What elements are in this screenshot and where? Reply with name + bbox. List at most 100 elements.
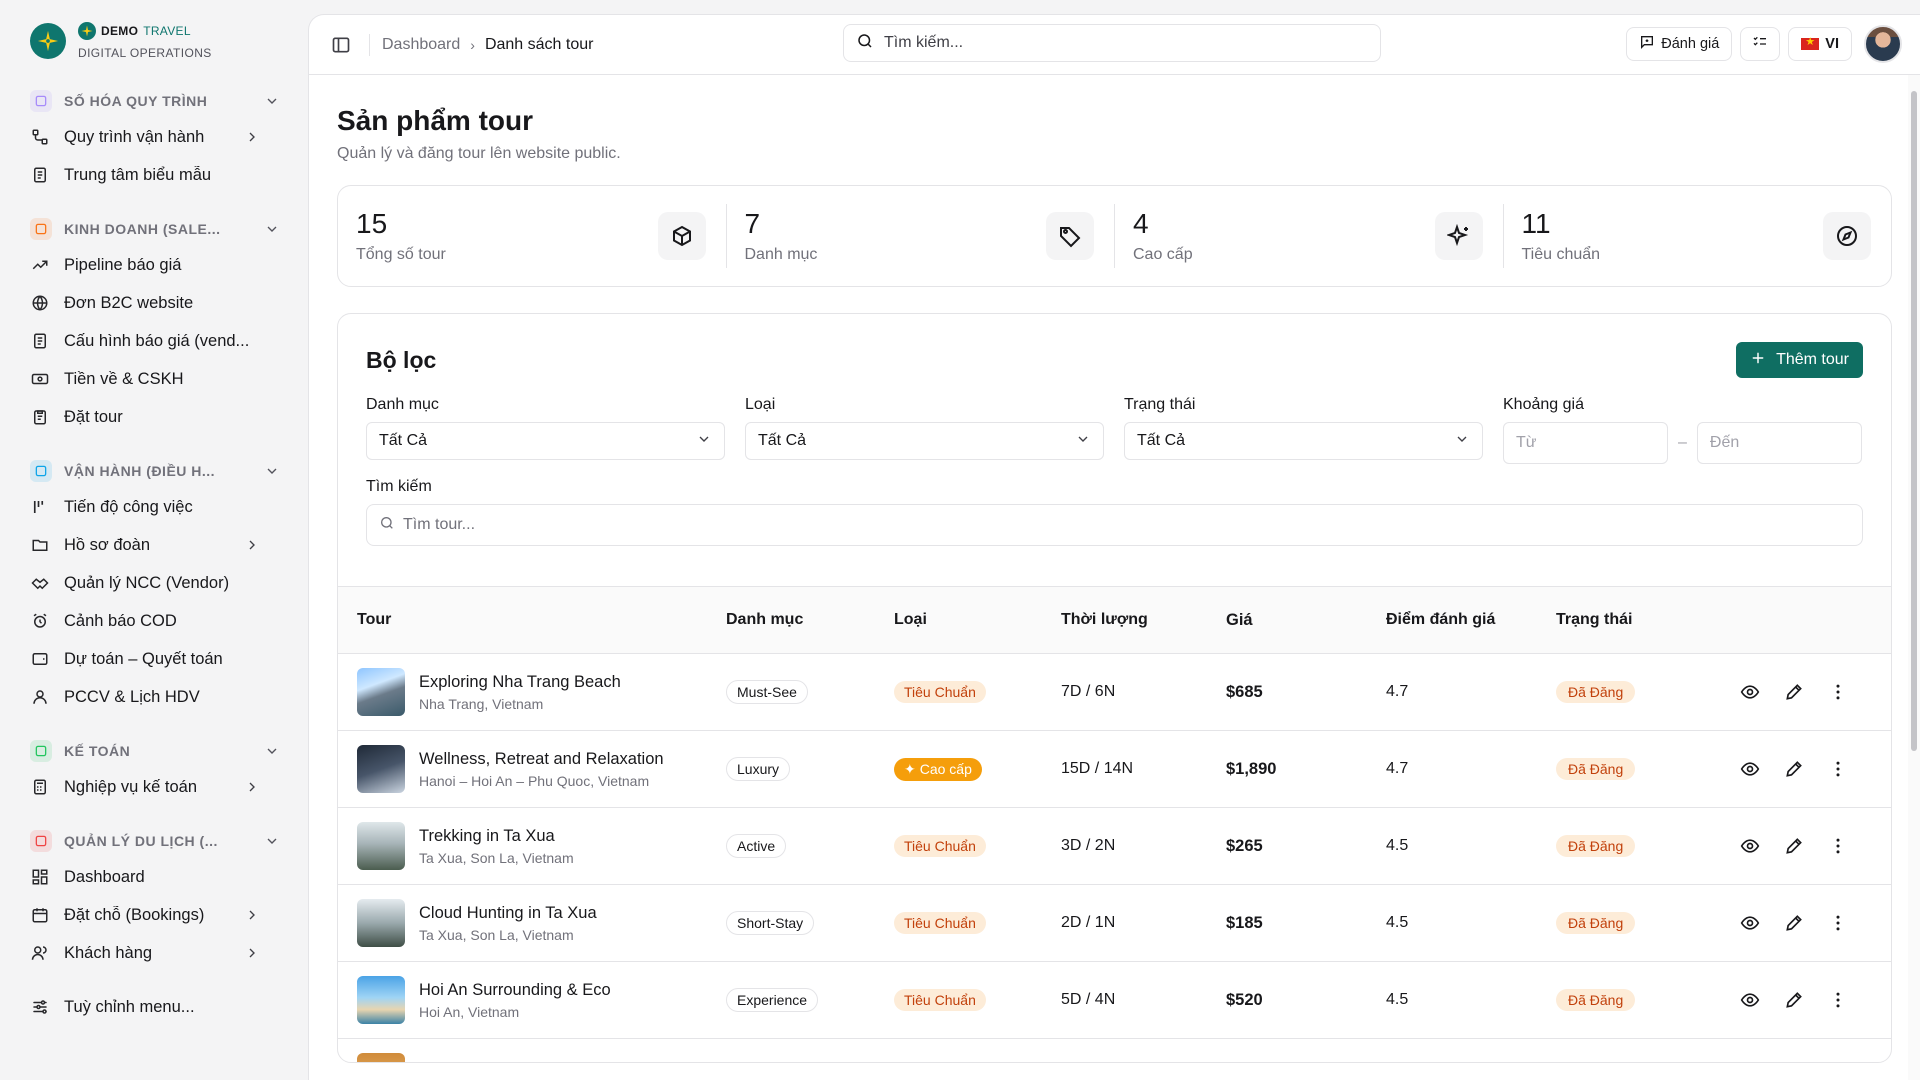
checklist-button[interactable] <box>1740 27 1781 61</box>
tour-rating: 4.5 <box>1386 837 1409 854</box>
sidebar-item-1-1[interactable]: Đơn B2C website <box>20 284 290 322</box>
tour-duration: 5D / 4N <box>1061 991 1116 1008</box>
col-tour[interactable]: Tour <box>338 611 726 629</box>
sidebar-item-4-1[interactable]: Đặt chỗ (Bookings) <box>20 896 290 934</box>
status-select[interactable]: Tất Cả <box>1124 422 1483 460</box>
tour-name[interactable]: Trekking in Ta Xua <box>419 827 574 846</box>
pencil-icon[interactable] <box>1783 758 1805 780</box>
table-row[interactable]: Best of Laos <box>338 1039 1891 1062</box>
more-vertical-icon[interactable] <box>1827 912 1849 934</box>
sidebar-item-1-3[interactable]: Tiền về & CSKH <box>20 360 290 398</box>
avatar[interactable] <box>1864 25 1902 63</box>
scroll-thumb[interactable] <box>1911 91 1917 751</box>
stats-card: 15 Tổng số tour 7 Danh mục 4 Cao cấp 11 Tiêu ch… <box>337 185 1892 287</box>
chevron-down-icon <box>696 431 712 452</box>
review-button[interactable]: Đánh giá <box>1626 27 1733 61</box>
sidebar-item-label: Dự toán – Quyết toán <box>64 649 223 668</box>
tour-name[interactable]: Wellness, Retreat and Relaxation <box>419 750 664 769</box>
review-button-label: Đánh giá <box>1661 36 1720 52</box>
col-category[interactable]: Danh mục <box>726 611 894 629</box>
category-select[interactable]: Tất Cả <box>366 422 725 460</box>
tour-name[interactable]: Cloud Hunting in Ta Xua <box>419 904 597 923</box>
pencil-icon[interactable] <box>1783 912 1805 934</box>
more-vertical-icon[interactable] <box>1827 835 1849 857</box>
pencil-icon[interactable] <box>1783 989 1805 1011</box>
col-price[interactable]: Giá <box>1226 611 1386 630</box>
sidebar-item-1-0[interactable]: Pipeline báo giá <box>20 246 290 284</box>
sidebar-item-1-2[interactable]: Cấu hình báo giá (vend... <box>20 322 290 360</box>
sidebar-item-2-5[interactable]: PCCV & Lịch HDV <box>20 678 290 716</box>
eye-icon[interactable] <box>1739 681 1761 703</box>
table-row[interactable]: Trekking in Ta Xua Ta Xua, Son La, Vietna… <box>338 808 1891 885</box>
table-row[interactable]: Hoi An Surrounding & Eco Hoi An, Vietnam E… <box>338 962 1891 1039</box>
col-rating[interactable]: Điểm đánh giá <box>1386 611 1556 629</box>
table-header: Tour Danh mục Loại Thời lượng Giá Điểm đ… <box>338 586 1891 654</box>
wallet-icon <box>30 649 50 669</box>
sidebar-item-2-0[interactable]: Tiến độ công việc <box>20 488 290 526</box>
sidebar-item-2-2[interactable]: Quản lý NCC (Vendor) <box>20 564 290 602</box>
sidebar-section-4[interactable]: QUẢN LÝ DU LỊCH (... <box>20 824 290 858</box>
eye-icon[interactable] <box>1739 912 1761 934</box>
chevron-right-icon <box>244 907 260 923</box>
type-select[interactable]: Tất Cả <box>745 422 1104 460</box>
sidebar-item-2-3[interactable]: Cảnh báo COD <box>20 602 290 640</box>
eye-icon[interactable] <box>1739 835 1761 857</box>
pencil-icon[interactable] <box>1783 835 1805 857</box>
customize-menu-item[interactable]: Tuỳ chỉnh menu... <box>20 988 290 1026</box>
sidebar-section-label: VẬN HÀNH (ĐIỀU H... <box>64 463 216 479</box>
global-search-input[interactable]: Tìm kiếm... <box>843 24 1381 62</box>
language-switch[interactable]: VI <box>1788 27 1852 61</box>
more-vertical-icon[interactable] <box>1827 989 1849 1011</box>
tag-icon <box>1046 212 1094 260</box>
table-row[interactable]: Cloud Hunting in Ta Xua Ta Xua, Son La, V… <box>338 885 1891 962</box>
sidebar-section-2[interactable]: VẬN HÀNH (ĐIỀU H... <box>20 454 290 488</box>
col-type[interactable]: Loại <box>894 611 1061 629</box>
col-duration[interactable]: Thời lượng <box>1061 611 1226 629</box>
sidebar-toggle-icon[interactable] <box>329 33 353 57</box>
tour-duration: 3D / 2N <box>1061 837 1116 854</box>
status-badge: Đã Đăng <box>1556 758 1636 780</box>
more-vertical-icon[interactable] <box>1827 681 1849 703</box>
package-icon <box>657 212 706 260</box>
brand[interactable]: DEMO TRAVEL DIGITAL OPERATIONS <box>30 22 290 60</box>
sidebar-section-0[interactable]: SỐ HÓA QUY TRÌNH <box>20 84 290 118</box>
price-from-input[interactable]: Từ <box>1503 422 1668 464</box>
tour-search-input[interactable]: Tìm tour... <box>366 504 1863 546</box>
sidebar-item-0-0[interactable]: Quy trình vận hành <box>20 118 290 156</box>
tour-location: Ta Xua, Son La, Vietnam <box>419 849 574 866</box>
sidebar-item-label: Cảnh báo COD <box>64 611 177 630</box>
sidebar-item-4-0[interactable]: Dashboard <box>20 858 290 896</box>
calendar-icon <box>30 905 50 925</box>
add-tour-button[interactable]: Thêm tour <box>1736 342 1863 378</box>
tour-location: Hoi An, Vietnam <box>419 1003 520 1020</box>
sidebar-item-label: Hồ sơ đoàn <box>64 535 151 554</box>
table-row[interactable]: Exploring Nha Trang Beach Nha Trang, Viet… <box>338 654 1891 731</box>
eye-icon[interactable] <box>1739 989 1761 1011</box>
status-badge: Đã Đăng <box>1556 989 1636 1011</box>
tour-name[interactable]: Exploring Nha Trang Beach <box>419 673 621 692</box>
sidebar-item-2-4[interactable]: Dự toán – Quyết toán <box>20 640 290 678</box>
scrollbar[interactable] <box>1908 75 1920 1080</box>
sidebar-item-3-0[interactable]: Nghiệp vụ kế toán <box>20 768 290 806</box>
breadcrumb-dashboard[interactable]: Dashboard <box>382 36 460 54</box>
sidebar-item-2-1[interactable]: Hồ sơ đoàn <box>20 526 290 564</box>
sidebar-section-3[interactable]: KẾ TOÁN <box>20 734 290 768</box>
sidebar-item-4-2[interactable]: Khách hàng <box>20 934 290 972</box>
tour-name[interactable]: Hoi An Surrounding & Eco <box>419 981 611 1000</box>
sidebar-item-1-4[interactable]: Đặt tour <box>20 398 290 436</box>
calculator-icon <box>30 777 50 797</box>
tour-price: $1,890 <box>1226 759 1277 778</box>
table-row[interactable]: Wellness, Retreat and Relaxation Hanoi – … <box>338 731 1891 808</box>
price-to-input[interactable]: Đến <box>1696 422 1862 464</box>
sidebar-item-0-1[interactable]: Trung tâm biểu mẫu <box>20 156 290 194</box>
sidebar-item-label: Đặt chỗ (Bookings) <box>64 905 205 924</box>
eye-icon[interactable] <box>1739 758 1761 780</box>
vietnam-flag-icon <box>1801 35 1820 50</box>
filter-title: Bộ lọc <box>366 346 437 373</box>
sidebar-section-1[interactable]: KINH DOANH (SALE... <box>20 212 290 246</box>
more-vertical-icon[interactable] <box>1827 758 1849 780</box>
pencil-icon[interactable] <box>1783 681 1805 703</box>
col-status[interactable]: Trạng thái <box>1556 611 1722 629</box>
category-filter: Danh mục Tất Cả <box>366 396 725 464</box>
